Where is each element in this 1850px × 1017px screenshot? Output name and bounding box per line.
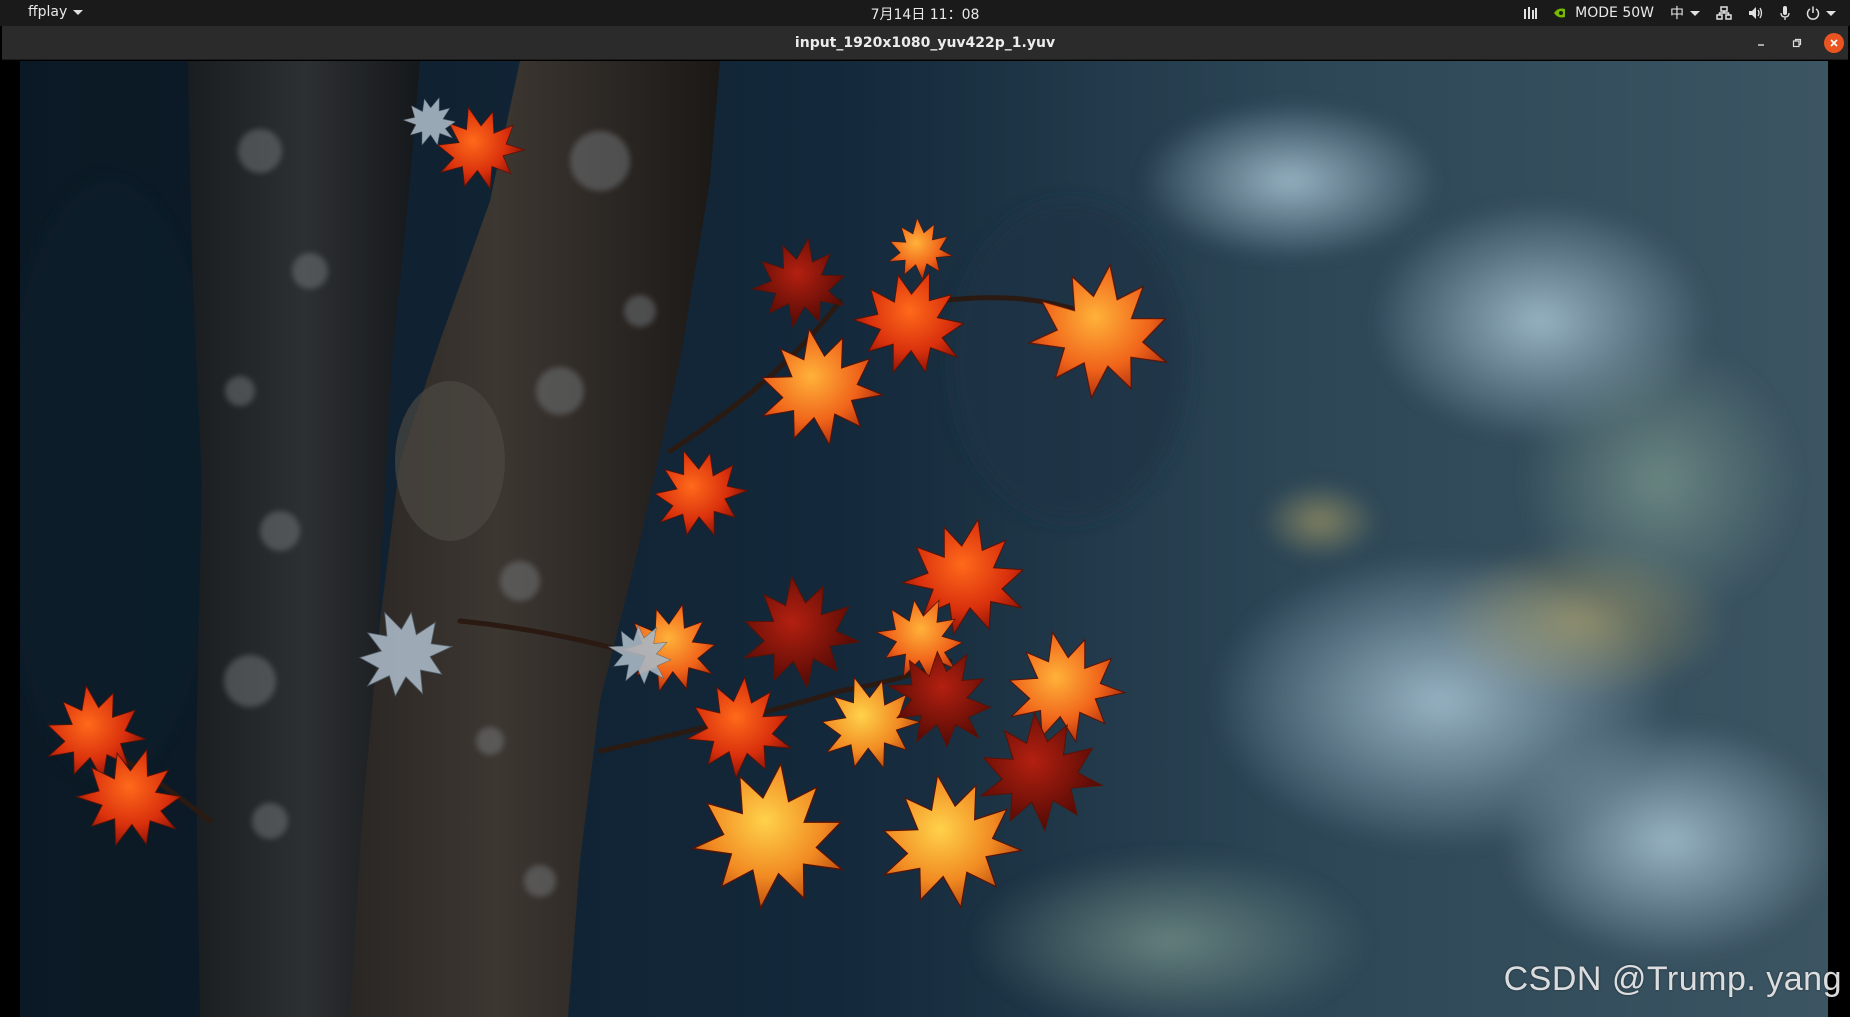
window-controls	[1748, 30, 1844, 56]
system-tray: MODE 50W 中	[1523, 2, 1836, 24]
nvidia-icon	[1554, 8, 1566, 18]
chevron-down-icon	[73, 9, 84, 15]
restore-icon	[1792, 38, 1802, 48]
app-menu-label: ffplay	[28, 4, 68, 20]
window-title: input_1920x1080_yuv422p_1.yuv	[794, 35, 1056, 51]
video-viewport[interactable]: CSDN @Trump. yang	[2, 61, 1848, 1017]
close-icon	[1830, 39, 1838, 47]
top-panel: ffplay 7月14日 11：08 MODE 50W 中	[0, 0, 1850, 26]
video-frame[interactable]	[20, 61, 1828, 1017]
app-menu[interactable]: ffplay	[28, 4, 84, 20]
microphone-icon	[1780, 5, 1790, 20]
minimize-button[interactable]	[1748, 30, 1774, 56]
power-icon	[1806, 6, 1820, 20]
input-method-indicator[interactable]: 中	[1670, 3, 1700, 23]
gpu-mode-label: MODE 50W	[1575, 5, 1654, 21]
equalizer-indicator[interactable]	[1523, 6, 1538, 20]
maximize-button[interactable]	[1784, 30, 1810, 56]
chevron-down-icon	[1690, 10, 1700, 16]
power-menu[interactable]	[1806, 6, 1836, 20]
watermark: CSDN @Trump. yang	[1503, 960, 1842, 998]
chevron-down-icon	[1826, 10, 1836, 16]
gpu-mode-indicator[interactable]: MODE 50W	[1553, 5, 1654, 21]
minimize-icon	[1758, 44, 1764, 46]
clock[interactable]: 7月14日 11：08	[871, 4, 980, 24]
equalizer-icon	[1524, 7, 1538, 19]
ffplay-window: input_1920x1080_yuv422p_1.yuv CSDN @Trum…	[2, 26, 1848, 1017]
input-method-label: 中	[1670, 6, 1684, 22]
speaker-icon	[1749, 7, 1763, 19]
close-button[interactable]	[1824, 33, 1844, 53]
network-indicator[interactable]	[1716, 6, 1732, 20]
window-titlebar[interactable]: input_1920x1080_yuv422p_1.yuv	[2, 26, 1848, 60]
network-icon	[1716, 6, 1732, 20]
microphone-indicator[interactable]	[1780, 5, 1790, 21]
volume-indicator[interactable]	[1748, 6, 1764, 20]
